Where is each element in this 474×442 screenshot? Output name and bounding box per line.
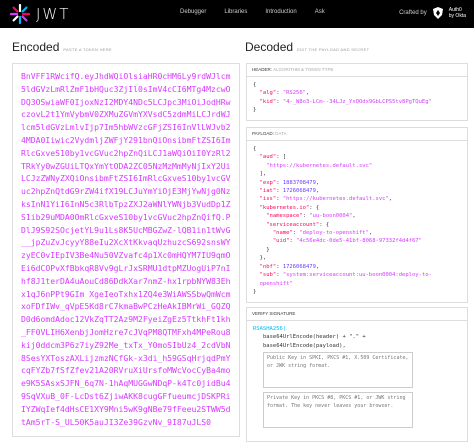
encoded-token-text: BnVFF1RWcifQ.eyJhdWQiOlsiaHR0cHM6Ly9rdWJ…: [21, 71, 231, 427]
nav-link-introduction[interactable]: Introduction: [265, 9, 296, 15]
nav-link-libraries[interactable]: Libraries: [224, 9, 247, 15]
public-key-input[interactable]: Public Key in SPKI, PKCS #1, X.509 Certi…: [263, 352, 413, 389]
payload-panel-title: PAYLOAD: DATA: [247, 128, 467, 141]
jwt-logo-icon: [10, 4, 30, 24]
auth0-shield-icon: [432, 7, 443, 19]
nav-link-debugger[interactable]: Debugger: [180, 9, 206, 15]
verify-panel-title: VERIFY SIGNATURE: [247, 308, 467, 321]
decoded-heading: Decoded EDIT THE PAYLOAD AND SECRET: [245, 40, 370, 54]
header-json-editor[interactable]: { "alg": "RS256", "kid": "4-_W8o3-LCm--3…: [247, 77, 467, 119]
nav-link-ask[interactable]: Ask: [315, 9, 325, 15]
private-key-input[interactable]: Private Key in PKCS #8, PKCS #1, or JWK …: [263, 392, 413, 429]
auth0-brand: Auth0 by Okta: [448, 7, 466, 19]
jwt-logo[interactable]: JWT: [10, 4, 70, 24]
payload-panel: PAYLOAD: DATA { "aud": [ "https://kubern…: [246, 127, 468, 303]
nav-links: Debugger Libraries Introduction Ask: [180, 9, 325, 15]
payload-json-editor[interactable]: { "aud": [ "https://kubernetes.default.s…: [247, 141, 467, 300]
header-panel-title: HEADER: ALGORITHM & TOKEN TYPE: [247, 64, 467, 77]
top-navbar: JWT Debugger Libraries Introduction Ask …: [0, 0, 474, 28]
encoded-heading: Encoded PASTE A TOKEN HERE: [12, 40, 112, 54]
crafted-by[interactable]: Crafted by Auth0 by Okta: [399, 6, 466, 20]
logo-text: JWT: [36, 5, 71, 23]
crafted-by-label: Crafted by: [399, 10, 427, 16]
header-panel: HEADER: ALGORITHM & TOKEN TYPE { "alg": …: [246, 63, 468, 121]
encoded-token-textarea[interactable]: BnVFF1RWcifQ.eyJhdWQiOlsiaHR0cHM6Ly9rdWJ…: [12, 63, 240, 437]
verify-signature-panel: VERIFY SIGNATURE RSASHA256( base64UrlEnc…: [246, 307, 468, 442]
signature-formula: RSASHA256( base64UrlEncode(header) + "."…: [247, 321, 467, 436]
